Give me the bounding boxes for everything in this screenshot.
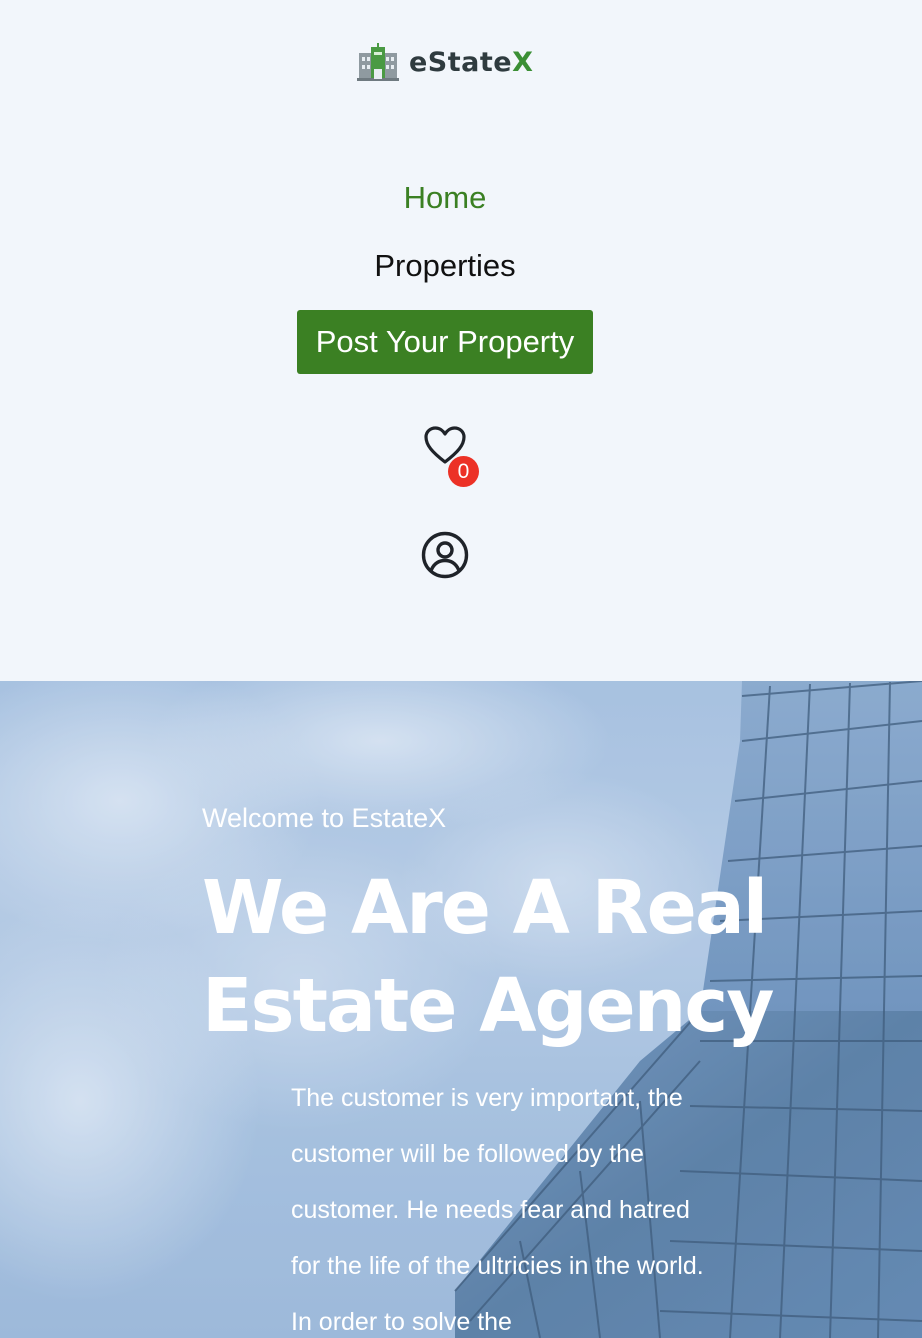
hero-title: We Are A Real Estate Agency: [202, 865, 774, 1049]
post-property-button[interactable]: Post Your Property: [297, 310, 593, 374]
brand-name-accent: X: [512, 46, 534, 78]
user-circle-icon[interactable]: [421, 531, 469, 579]
nav-link-home[interactable]: Home: [0, 180, 890, 216]
nav-link-properties[interactable]: Properties: [0, 248, 890, 284]
hero-section: Welcome to EstateX We Are A Real Estate …: [0, 681, 922, 1338]
brand-name: eStateX: [409, 47, 533, 78]
building-logo-icon: [357, 43, 399, 81]
brand-logo[interactable]: eStateX: [357, 43, 533, 81]
site-header: eStateX Home Properties Post Your Proper…: [0, 0, 922, 681]
hero-description: The customer is very important, the cust…: [291, 1084, 704, 1336]
hero-welcome-text: Welcome to EstateX: [202, 803, 447, 833]
wishlist-count-badge: 0: [448, 456, 479, 487]
brand-name-main: eState: [409, 46, 513, 78]
